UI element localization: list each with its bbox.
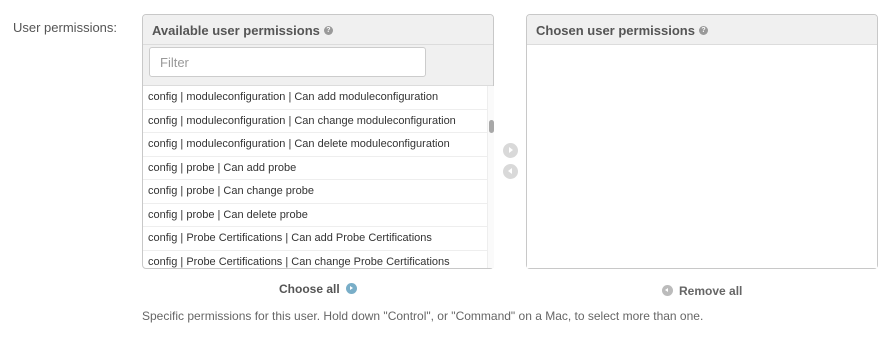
choose-all-link[interactable]: Choose all bbox=[279, 282, 357, 296]
permission-option[interactable]: config | Probe Certifications | Can add … bbox=[143, 227, 487, 251]
scrollbar-thumb[interactable] bbox=[489, 120, 494, 133]
help-icon[interactable] bbox=[698, 25, 708, 36]
permission-option[interactable]: config | moduleconfiguration | Can delet… bbox=[143, 133, 487, 157]
available-permissions-box: Available user permissions config | modu… bbox=[142, 14, 494, 269]
filter-input[interactable] bbox=[149, 47, 426, 77]
filter-area bbox=[143, 45, 493, 86]
permission-option[interactable]: config | probe | Can change probe bbox=[143, 180, 487, 204]
choose-all-label: Choose all bbox=[279, 282, 340, 296]
arrow-right-circle-icon bbox=[345, 283, 357, 295]
permission-option[interactable]: config | probe | Can add probe bbox=[143, 157, 487, 180]
permission-option[interactable]: config | probe | Can delete probe bbox=[143, 204, 487, 227]
chosen-permissions-title: Chosen user permissions bbox=[536, 23, 695, 38]
chosen-permissions-box: Chosen user permissions bbox=[526, 14, 878, 269]
permission-option[interactable]: config | moduleconfiguration | Can add m… bbox=[143, 86, 487, 110]
available-permissions-header: Available user permissions bbox=[143, 15, 493, 45]
arrow-left-circle-icon bbox=[662, 285, 673, 297]
available-permissions-title: Available user permissions bbox=[152, 23, 320, 38]
list-scrollbar[interactable] bbox=[487, 86, 494, 268]
add-selected-arrow-icon[interactable] bbox=[503, 143, 518, 158]
permissions-help-text: Specific permissions for this user. Hold… bbox=[142, 309, 704, 323]
help-icon[interactable] bbox=[323, 25, 333, 36]
remove-selected-arrow-icon[interactable] bbox=[503, 164, 518, 179]
chosen-permissions-list[interactable] bbox=[527, 45, 877, 268]
permissions-field-label: User permissions: bbox=[13, 20, 118, 35]
permission-option[interactable]: config | Probe Certifications | Can chan… bbox=[143, 251, 487, 269]
permission-option[interactable]: config | moduleconfiguration | Can chang… bbox=[143, 110, 487, 133]
chosen-permissions-header: Chosen user permissions bbox=[527, 15, 877, 45]
remove-all-label: Remove all bbox=[679, 284, 743, 298]
remove-all-link[interactable]: Remove all bbox=[662, 284, 742, 298]
available-permissions-list[interactable]: config | moduleconfiguration | Can add m… bbox=[143, 86, 487, 268]
